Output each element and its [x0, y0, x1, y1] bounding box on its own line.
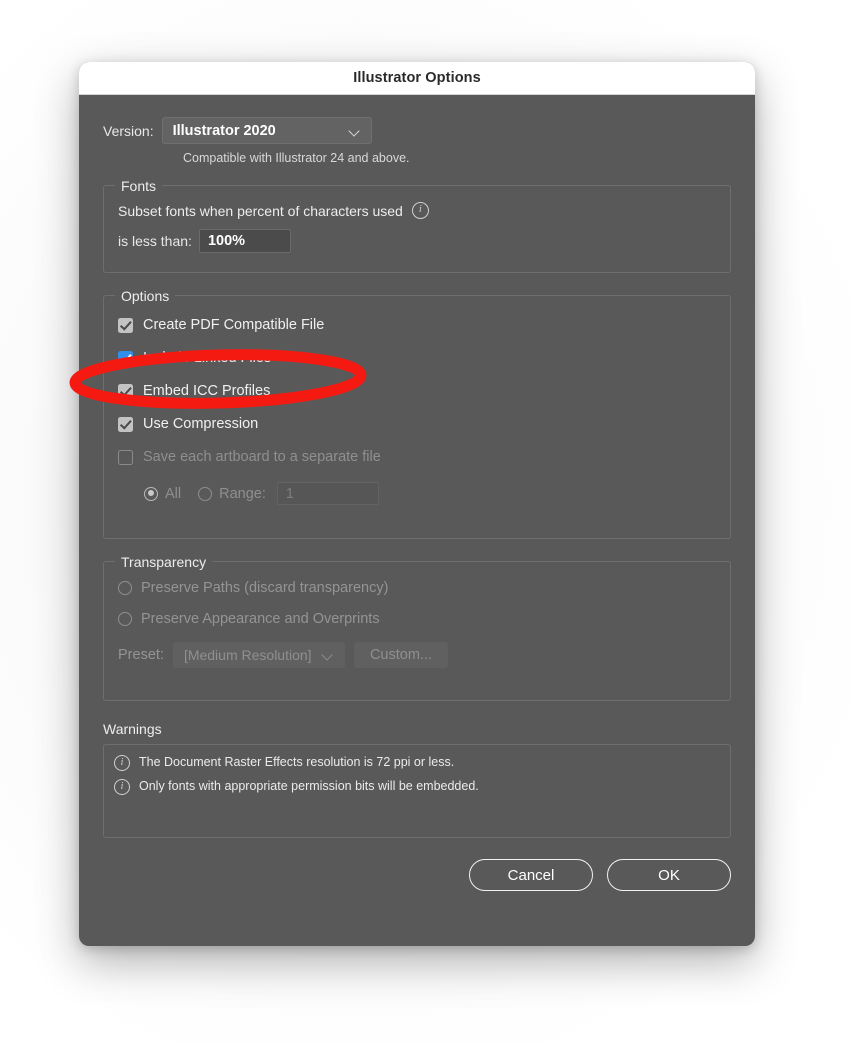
checkbox-row-save-each-artboard: Save each artboard to a separate file — [118, 446, 716, 468]
preset-label: Preset: — [118, 647, 164, 663]
version-compat-note: Compatible with Illustrator 24 and above… — [183, 151, 410, 165]
warnings-box: i The Document Raster Effects resolution… — [103, 744, 731, 838]
dialog-title: Illustrator Options — [353, 70, 481, 86]
checkbox-row-use-compression[interactable]: Use Compression — [118, 413, 716, 435]
subset-fonts-label: Subset fonts when percent of characters … — [118, 202, 403, 219]
checkbox-embed-icc-profiles[interactable] — [118, 383, 133, 399]
options-group: Options Create PDF Compatible File Inclu… — [103, 287, 731, 539]
preset-row: Preset: [Medium Resolution] Custom... — [118, 642, 716, 668]
warning-text: Only fonts with appropriate permission b… — [139, 779, 479, 793]
info-icon: i — [114, 755, 130, 771]
radio-row-preserve-paths: Preserve Paths (discard transparency) — [118, 580, 716, 596]
checkbox-create-pdf-compatible-file[interactable] — [118, 317, 133, 333]
dialog-titlebar: Illustrator Options — [79, 62, 755, 95]
less-than-row: is less than: 100% — [118, 229, 716, 253]
subset-percent-value: 100% — [207, 233, 246, 249]
cancel-button-label: Cancel — [507, 866, 555, 884]
transparency-group: Transparency Preserve Paths (discard tra… — [103, 553, 731, 701]
warning-item: i The Document Raster Effects resolution… — [114, 754, 720, 771]
options-group-title: Options — [115, 287, 176, 305]
subset-fonts-row: Subset fonts when percent of characters … — [118, 202, 716, 219]
radio-artboards-all — [144, 486, 158, 501]
info-icon[interactable]: i — [411, 202, 429, 219]
checkbox-include-linked-files[interactable] — [118, 350, 133, 366]
radio-label-artboards-all: All — [165, 485, 182, 502]
checkbox-save-each-artboard — [118, 449, 133, 465]
chevron-down-icon — [349, 125, 361, 137]
checkbox-row-include-linked-files[interactable]: Include Linked Files — [118, 347, 716, 369]
radio-row-preserve-appearance: Preserve Appearance and Overprints — [118, 611, 716, 627]
warnings-title: Warnings — [103, 721, 162, 737]
checkbox-label-include-linked-files: Include Linked Files — [143, 350, 272, 366]
fonts-group-title: Fonts — [115, 177, 163, 195]
warning-text: The Document Raster Effects resolution i… — [139, 755, 455, 769]
checkbox-use-compression[interactable] — [118, 416, 133, 432]
cancel-button[interactable]: Cancel — [469, 859, 593, 891]
info-icon: i — [114, 779, 130, 795]
version-select-value: Illustrator 2020 — [172, 122, 276, 139]
version-select[interactable]: Illustrator 2020 — [161, 117, 372, 144]
fonts-group: Fonts Subset fonts when percent of chara… — [103, 177, 731, 273]
radio-label-artboards-range: Range: — [219, 485, 266, 502]
subset-percent-input[interactable]: 100% — [198, 229, 291, 253]
checkbox-label-save-each-artboard: Save each artboard to a separate file — [143, 449, 381, 465]
less-than-label: is less than: — [118, 233, 192, 249]
radio-label-preserve-appearance: Preserve Appearance and Overprints — [141, 611, 380, 627]
preset-select: [Medium Resolution] — [172, 642, 345, 668]
artboard-range-value: 1 — [285, 485, 294, 502]
checkbox-row-embed-icc-profiles[interactable]: Embed ICC Profiles — [118, 380, 716, 402]
dialog-body: Version: Illustrator 2020 Compatible wit… — [79, 95, 755, 946]
checkbox-label-use-compression: Use Compression — [143, 416, 259, 432]
custom-button: Custom... — [353, 642, 448, 668]
artboard-range-row: All Range: 1 — [118, 482, 716, 505]
desktop-background: Illustrator Options Version: Illustrator… — [0, 0, 851, 1044]
artboard-range-input: 1 — [276, 482, 379, 505]
radio-label-preserve-paths: Preserve Paths (discard transparency) — [141, 580, 389, 596]
version-row: Version: Illustrator 2020 — [103, 117, 731, 144]
version-label: Version: — [103, 122, 154, 139]
checkbox-row-create-pdf-compatible-file[interactable]: Create PDF Compatible File — [118, 314, 716, 336]
warning-item: i Only fonts with appropriate permission… — [114, 778, 720, 795]
transparency-group-title: Transparency — [115, 553, 213, 571]
chevron-down-icon — [322, 649, 334, 661]
radio-artboards-range — [198, 486, 213, 501]
preset-select-value: [Medium Resolution] — [183, 647, 312, 663]
ok-button[interactable]: OK — [607, 859, 731, 891]
checkbox-label-embed-icc-profiles: Embed ICC Profiles — [143, 383, 271, 399]
ok-button-label: OK — [658, 866, 680, 884]
checkbox-label-create-pdf-compatible-file: Create PDF Compatible File — [143, 317, 325, 333]
custom-button-label: Custom... — [369, 647, 432, 663]
radio-preserve-appearance — [118, 612, 132, 626]
radio-preserve-paths — [118, 581, 132, 595]
dialog-button-row: Cancel OK — [103, 859, 731, 891]
illustrator-options-dialog: Illustrator Options Version: Illustrator… — [79, 62, 755, 946]
